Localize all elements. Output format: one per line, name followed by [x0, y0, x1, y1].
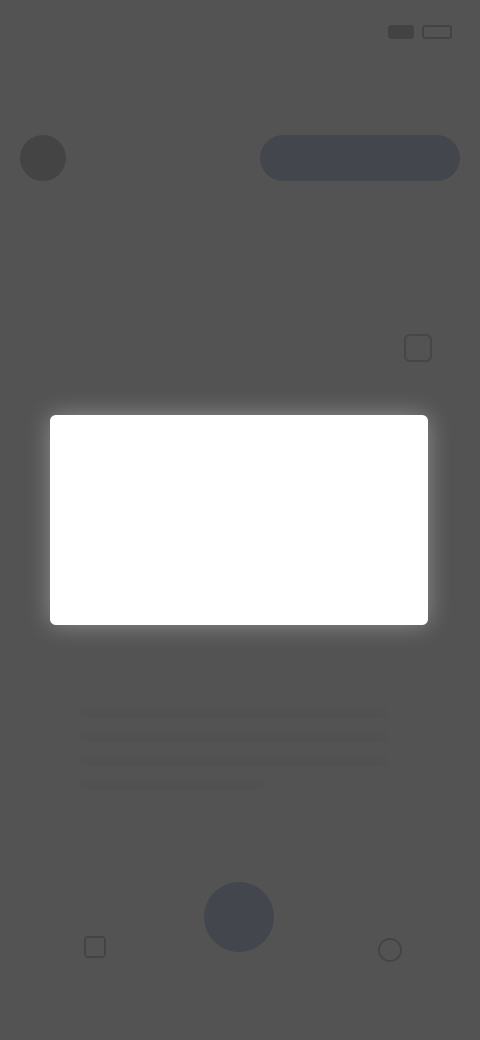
confirm-button[interactable] [316, 573, 352, 589]
dialog-actions [50, 555, 428, 607]
cancel-button[interactable] [127, 573, 163, 589]
confirm-dialog [50, 415, 428, 625]
app-screen [0, 0, 480, 1040]
